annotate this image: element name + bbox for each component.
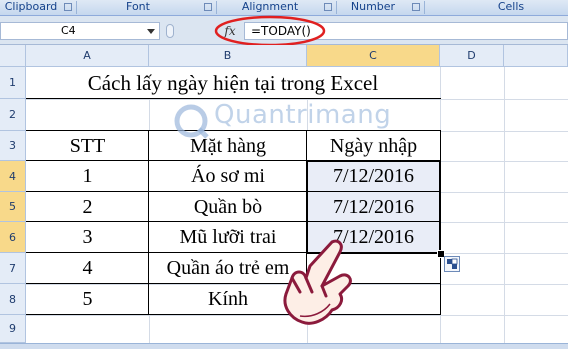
row-header-2[interactable]: 2 (0, 99, 26, 131)
column-header-c[interactable]: C (307, 45, 440, 67)
cell-item[interactable]: Áo sơ mi (149, 161, 307, 192)
font-launcher-icon[interactable] (204, 3, 212, 11)
row-header-3[interactable]: 3 (0, 131, 26, 161)
highlight-circle (214, 15, 326, 47)
ribbon-group-font[interactable]: Font (78, 0, 198, 15)
ribbon-separator (216, 1, 217, 14)
autofill-options-icon[interactable] (444, 256, 460, 272)
cell-stt[interactable]: 3 (26, 222, 149, 253)
gridline (440, 161, 568, 162)
select-all-corner[interactable] (0, 45, 26, 67)
cell-stt[interactable]: 5 (26, 284, 149, 315)
name-box-value: C4 (61, 24, 76, 37)
gridline (149, 99, 150, 131)
column-header-e[interactable] (504, 45, 568, 67)
gridline (440, 222, 568, 223)
ribbon-group-cells[interactable]: Cells (456, 0, 566, 15)
column-header-b[interactable]: B (149, 45, 307, 67)
row-header-6[interactable]: 6 (0, 222, 26, 253)
header-date[interactable]: Ngày nhập (307, 131, 440, 161)
gridline (504, 67, 505, 348)
sheet-tab-strip (0, 343, 568, 349)
table-border (148, 130, 149, 315)
chevron-down-icon[interactable] (147, 29, 155, 34)
watermark-logo-icon (174, 104, 209, 139)
ribbon-group-alignment[interactable]: Alignment (218, 0, 322, 15)
sheet-title-cell[interactable]: Cách lấy ngày hiện tại trong Excel (26, 67, 440, 99)
ribbon-separator (424, 1, 425, 14)
column-header-a[interactable]: A (26, 45, 149, 67)
column-header-d[interactable]: D (440, 45, 504, 67)
ribbon-group-number[interactable]: Number (338, 0, 408, 15)
row-header-9[interactable]: 9 (0, 315, 26, 343)
header-stt[interactable]: STT (26, 131, 149, 161)
cell-stt[interactable]: 2 (26, 192, 149, 222)
number-launcher-icon[interactable] (412, 3, 420, 11)
table-border (26, 314, 441, 315)
name-box[interactable]: C4 (0, 22, 160, 40)
cell-stt[interactable]: 1 (26, 161, 149, 192)
clipboard-launcher-icon[interactable] (64, 3, 72, 11)
ribbon-separator (76, 1, 77, 14)
row-header-8[interactable]: 8 (0, 284, 26, 315)
cell-stt[interactable]: 4 (26, 253, 149, 284)
table-border (26, 283, 441, 284)
formula-bar-splitter[interactable] (166, 24, 174, 38)
ribbon-separator (336, 1, 337, 14)
ribbon-group-clipboard[interactable]: Clipboard (0, 0, 62, 15)
table-border (26, 98, 441, 99)
hand-pointer-icon (283, 239, 352, 325)
cell-item[interactable]: Quần bò (149, 192, 307, 222)
row-header-7[interactable]: 7 (0, 253, 26, 284)
row-header-1[interactable]: 1 (0, 67, 26, 99)
gridline (440, 131, 568, 132)
gridline (440, 192, 568, 193)
table-border (26, 130, 441, 131)
gridline (440, 253, 568, 254)
row-header-5[interactable]: 5 (0, 192, 26, 222)
alignment-launcher-icon[interactable] (324, 3, 332, 11)
watermark-text: Quantrimang (214, 100, 392, 130)
row-header-4[interactable]: 4 (0, 161, 26, 192)
